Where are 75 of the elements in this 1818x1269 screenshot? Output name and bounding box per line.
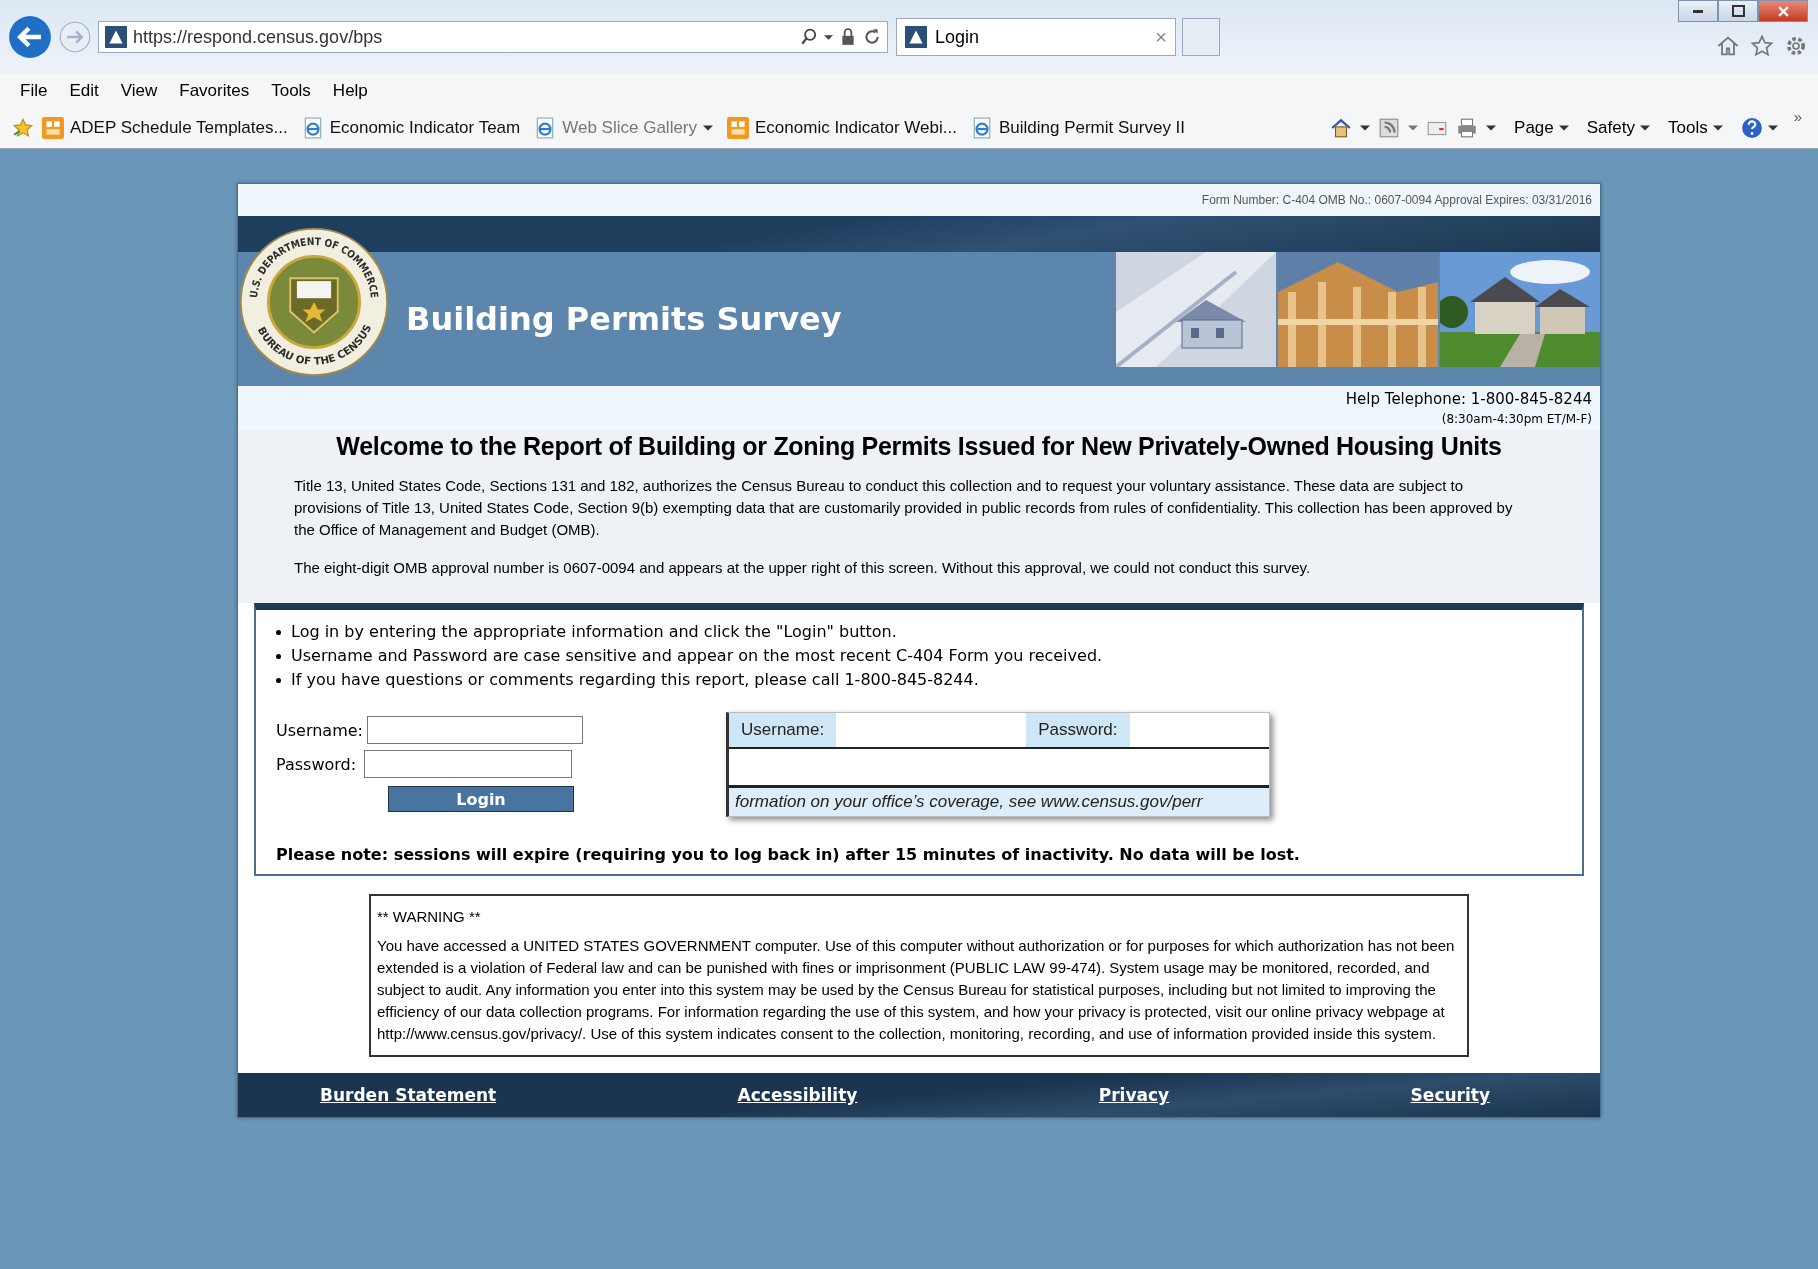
menu-item[interactable]: Edit [69, 81, 99, 101]
overflow-chevron[interactable]: » [1793, 108, 1802, 125]
site-icon [905, 26, 927, 48]
favorite-link[interactable]: Economic Indicator Team [301, 117, 521, 139]
caret-icon[interactable] [1486, 123, 1497, 133]
caret-icon[interactable] [1360, 123, 1371, 133]
instruction-text: If you have questions or comments regarding this report, please call 1-800-845-8244. [291, 669, 979, 691]
field-label: Username: [276, 720, 363, 740]
feed-icon[interactable] [1378, 117, 1401, 139]
warning-title: ** WARNING ** [377, 908, 482, 925]
instruction-text: Username and Password are case sensitive and appear on the most recent C-404 Form you received. [291, 645, 1103, 667]
favorite-link[interactable]: ADEP Schedule Templates... [42, 117, 288, 139]
warning-text: You have accessed a UNITED STATES GOVERNMENT computer. Use of this computer without authorization or for purposes for which authorization has not been extended is a violation of Federal law and can be punished with fines or imprisonment (PUBLIC LAW 99-474). System usage may be monitored, recorded, and subject to audit. Any information you enter into this system may be used by the Census Bureau for statistical purposes, including but not limited to improving the efficiency of our data collection programs. For information regarding the use of this system, and how your privacy is protected, visit our online privacy webpage at http://www.census.gov/privacy/. Use of this system indicates consent to the collection, monitoring, recording, and use of information provided inside this system. [377, 936, 1456, 1044]
help-telephone: Help Telephone: 1-800-845-8244 [1345, 390, 1592, 408]
username-field[interactable] [366, 716, 583, 744]
restore-button[interactable] [1718, 0, 1758, 22]
menu-item[interactable]: Tools [271, 81, 311, 101]
login-button[interactable]: Login [388, 786, 574, 812]
menu-item[interactable]: View [120, 81, 158, 101]
footer-link[interactable]: Security [1410, 1085, 1490, 1105]
help-icon [1740, 117, 1763, 139]
form-excerpt-text: formation on your office’s coverage, see www.census.gov/perr [729, 788, 1269, 816]
search-icon[interactable] [800, 28, 818, 46]
form-label: Password: [1026, 713, 1130, 747]
favorites-star-icon[interactable] [12, 117, 34, 139]
form-number: Form Number: C-404 OMB No.: 0607-0094 Approval Expires: 03/31/2016 [1201, 193, 1592, 207]
favorite-link[interactable]: Web Slice Gallery [534, 117, 714, 139]
bullet-icon [276, 653, 281, 659]
site-title: Building Permits Survey [406, 300, 842, 338]
field-label: Password: [276, 754, 357, 774]
feed-page-icon [42, 117, 64, 139]
menu-item[interactable]: File [20, 81, 48, 101]
footer-link[interactable]: Accessibility [737, 1085, 858, 1105]
close-icon [1777, 5, 1789, 17]
favorite-link[interactable]: Economic Indicator Webi... [727, 117, 957, 139]
session-note: Please note: sessions will expire (requiring you to log back in) after 15 minutes of inactivity. No data will be lost. [276, 845, 1301, 864]
minimize-button[interactable] [1678, 0, 1718, 22]
footer-link[interactable]: Burden Statement [320, 1085, 497, 1105]
password-field[interactable] [364, 750, 573, 778]
home-icon[interactable] [1330, 117, 1353, 139]
site-icon [105, 26, 127, 48]
settings-icon[interactable] [1784, 34, 1808, 58]
bullet-icon [276, 629, 281, 635]
lock-icon [839, 28, 857, 46]
browser-tab[interactable]: Login × [896, 18, 1176, 56]
help-hours: (8:30am-4:30pm ET/M-F) [1441, 412, 1592, 426]
form-label: Username: [729, 713, 837, 747]
home-icon[interactable] [1716, 34, 1740, 58]
address-bar[interactable]: https://respond.census.gov/bps [98, 21, 888, 53]
command-menu[interactable]: Page [1514, 118, 1569, 138]
star-icon[interactable] [1750, 34, 1774, 58]
help-menu[interactable] [1740, 117, 1778, 139]
command-menu[interactable]: Safety [1586, 118, 1650, 138]
caret-icon [1767, 123, 1778, 133]
paragraph: Title 13, United States Code, Sections 131 and 182, authorizes the Census Bureau to conduct this collection and to request your voluntary assistance. These data are subject to provisions of Title 13, United States Code, Section 9(b) exempting data that are customarily provided in public records from rules of confidentiality. This collection has been approved by the Office of Management and Budget (OMB). [294, 476, 1514, 540]
menu-item[interactable]: Help [332, 81, 368, 101]
caret-icon [1639, 123, 1650, 133]
caret-icon [1712, 123, 1723, 133]
favorite-link[interactable]: Building Permit Survey II [970, 117, 1186, 139]
command-menu[interactable]: Tools [1667, 118, 1723, 138]
close-button[interactable] [1758, 0, 1808, 22]
menu-item[interactable]: Favorites [179, 81, 250, 101]
caret-icon [1558, 123, 1569, 133]
caret-icon [703, 123, 714, 133]
feed-page-icon [727, 117, 750, 139]
welcome-heading: Welcome to the Report of Building or Zoning Permits Issued for New Privately-Owned Housing Units [335, 432, 1503, 461]
paragraph: The eight-digit OMB approval number is 0607-0094 and appears at the upper right of this screen. Without this approval, we could not conduct this survey. [294, 558, 1312, 578]
print-icon[interactable] [1456, 117, 1479, 139]
instruction-text: Log in by entering the appropriate information and click the "Login" button. [291, 621, 897, 643]
close-tab-button[interactable]: × [1155, 25, 1167, 49]
footer-link[interactable]: Privacy [1098, 1085, 1170, 1105]
refresh-icon[interactable] [863, 28, 881, 46]
back-icon[interactable] [8, 15, 52, 59]
caret-icon[interactable] [824, 32, 833, 42]
bullet-icon [276, 677, 281, 683]
